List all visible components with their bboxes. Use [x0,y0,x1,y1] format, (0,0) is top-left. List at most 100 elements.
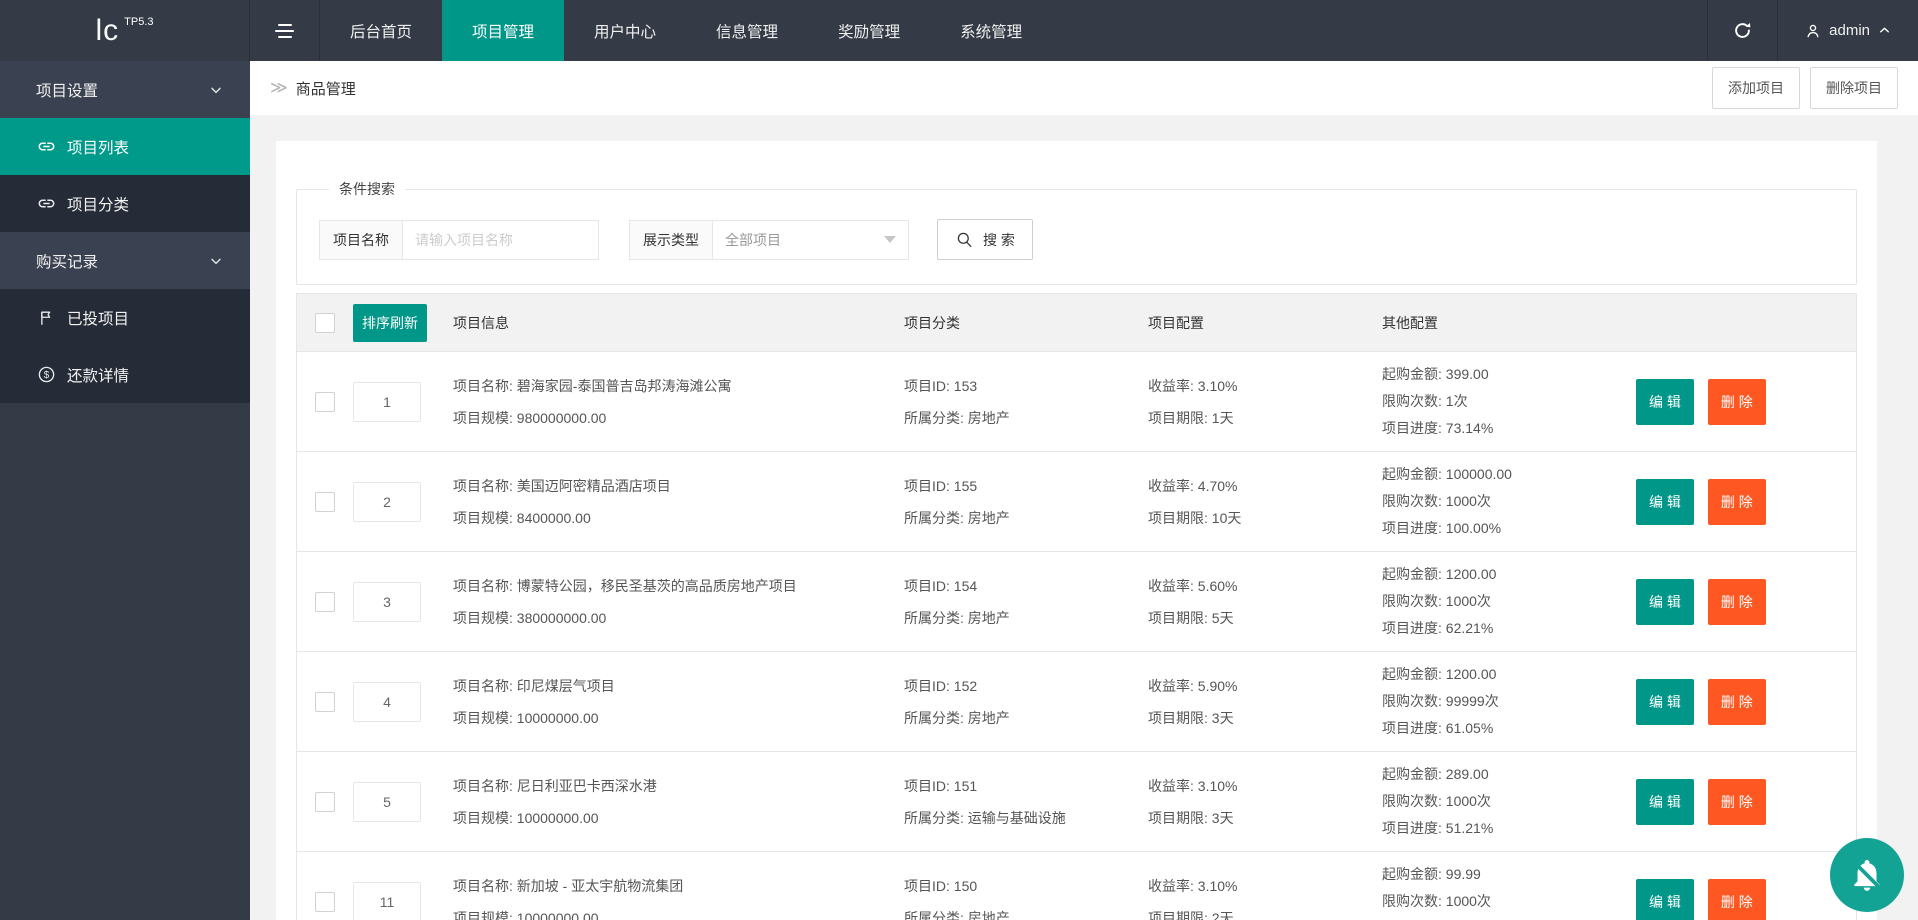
edit-button[interactable]: 编 辑 [1636,479,1694,525]
nav-item-system[interactable]: 系统管理 [930,0,1052,61]
project-progress: 项目进度: 51.21% [1382,815,1624,842]
other-config-cell: 起购金额: 289.00 限购次数: 1000次 项目进度: 51.21% [1378,761,1624,842]
link-icon [36,137,56,157]
project-row: 项目名称: 碧海家园-泰国普吉岛邦涛海滩公寓 项目规模: 980000000.0… [297,351,1856,451]
project-scale: 项目规模: 10000000.00 [453,702,900,734]
sidebar-collapse-button[interactable] [250,0,320,61]
add-project-button[interactable]: 添加项目 [1712,67,1800,109]
project-name-label: 项目名称 [319,220,403,260]
other-config-cell: 起购金额: 1200.00 限购次数: 99999次 项目进度: 61.05% [1378,661,1624,742]
row-checkbox[interactable] [315,692,335,712]
project-min-amount: 起购金额: 399.00 [1382,361,1624,388]
sidebar-item-invested-projects[interactable]: 已投项目 [0,289,250,346]
project-row: 项目名称: 尼日利亚巴卡西深水港 项目规模: 10000000.00 项目ID:… [297,751,1856,851]
topbar: lc TP5.3 后台首页 项目管理 用户中心 信息管理 奖励管理 系统管理 a… [0,0,1918,61]
delete-button[interactable]: 删 除 [1708,679,1766,725]
sidebar-group-purchase-records[interactable]: 购买记录 [0,232,250,289]
project-config-cell: 收益率: 3.10% 项目期限: 1天 [1144,370,1378,434]
username: admin [1829,22,1870,39]
nav-item-users[interactable]: 用户中心 [564,0,686,61]
nav-item-info[interactable]: 信息管理 [686,0,808,61]
notification-float-button[interactable] [1830,838,1904,912]
project-info-cell: 项目名称: 印尼煤层气项目 项目规模: 10000000.00 [449,670,900,734]
sort-order-input[interactable] [353,582,421,622]
display-type-select[interactable]: 全部项目 [713,220,909,260]
project-config-cell: 收益率: 4.70% 项目期限: 10天 [1144,470,1378,534]
project-category: 所属分类: 房地产 [904,902,1144,920]
project-config-cell: 收益率: 5.60% 项目期限: 5天 [1144,570,1378,634]
delete-button[interactable]: 删 除 [1708,379,1766,425]
sort-order-input[interactable] [353,682,421,722]
nav-item-projects[interactable]: 项目管理 [442,0,564,61]
project-id: 项目ID: 153 [904,370,1144,402]
project-config-cell: 收益率: 3.10% 项目期限: 3天 [1144,770,1378,834]
hamburger-icon [278,24,292,26]
project-min-amount: 起购金额: 99.99 [1382,861,1624,888]
select-all-checkbox[interactable] [315,313,335,333]
row-checkbox[interactable] [315,392,335,412]
row-checkbox[interactable] [315,792,335,812]
project-purchase-limit: 限购次数: 1000次 [1382,888,1624,915]
project-name: 项目名称: 碧海家园-泰国普吉岛邦涛海滩公寓 [453,370,900,402]
main-content: ≫ 商品管理 添加项目 删除项目 条件搜索 项目名称 展示类型 全部项目 [250,0,1918,920]
nav-item-home[interactable]: 后台首页 [320,0,442,61]
refresh-icon [1732,20,1753,41]
project-config-cell: 收益率: 3.10% 项目期限: 2天 [1144,870,1378,920]
edit-button[interactable]: 编 辑 [1636,579,1694,625]
sidebar-group-project-settings[interactable]: 项目设置 [0,61,250,118]
project-name: 项目名称: 新加坡 - 亚太宇航物流集团 [453,870,900,902]
edit-button[interactable]: 编 辑 [1636,379,1694,425]
project-name-input[interactable] [403,220,599,260]
project-category: 所属分类: 房地产 [904,702,1144,734]
refresh-button[interactable] [1707,0,1777,61]
project-category-cell: 项目ID: 154 所属分类: 房地产 [900,570,1144,634]
project-rate: 收益率: 3.10% [1148,370,1378,402]
project-scale: 项目规模: 10000000.00 [453,802,900,834]
delete-project-button[interactable]: 删除项目 [1810,67,1898,109]
sidebar-item-repayment-details[interactable]: $ 还款详情 [0,346,250,403]
project-progress: 项目进度: 61.05% [1382,715,1624,742]
project-name: 项目名称: 印尼煤层气项目 [453,670,900,702]
app-logo[interactable]: lc TP5.3 [0,0,250,61]
project-purchase-limit: 限购次数: 1000次 [1382,488,1624,515]
other-config-cell: 起购金额: 100000.00 限购次数: 1000次 项目进度: 100.00… [1378,461,1624,542]
row-checkbox[interactable] [315,592,335,612]
delete-button[interactable]: 删 除 [1708,479,1766,525]
row-checkbox[interactable] [315,892,335,912]
sort-refresh-button[interactable]: 排序刷新 [353,304,427,342]
row-actions: 编 辑 删 除 [1624,579,1856,625]
col-header-other-config: 其他配置 [1378,313,1624,333]
sidebar-item-project-list[interactable]: 项目列表 [0,118,250,175]
search-icon [955,230,974,249]
sort-order-input[interactable] [353,382,421,422]
project-row: 项目名称: 印尼煤层气项目 项目规模: 10000000.00 项目ID: 15… [297,651,1856,751]
sidebar-item-project-category[interactable]: 项目分类 [0,175,250,232]
chevron-down-icon [208,253,224,269]
row-actions: 编 辑 删 除 [1624,879,1856,920]
delete-button[interactable]: 删 除 [1708,579,1766,625]
project-category: 所属分类: 房地产 [904,602,1144,634]
edit-button[interactable]: 编 辑 [1636,679,1694,725]
delete-button[interactable]: 删 除 [1708,779,1766,825]
search-button[interactable]: 搜 索 [937,219,1033,260]
project-name: 项目名称: 美国迈阿密精品酒店项目 [453,470,900,502]
project-id: 项目ID: 155 [904,470,1144,502]
nav-item-rewards[interactable]: 奖励管理 [808,0,930,61]
display-type-group: 展示类型 全部项目 [629,220,909,260]
project-term: 项目期限: 2天 [1148,902,1378,920]
row-actions: 编 辑 删 除 [1624,779,1856,825]
edit-button[interactable]: 编 辑 [1636,879,1694,920]
sort-order-input[interactable] [353,782,421,822]
search-panel-legend: 条件搜索 [329,179,405,199]
svg-text:$: $ [43,370,49,381]
sort-order-input[interactable] [353,882,421,920]
project-rate: 收益率: 5.60% [1148,570,1378,602]
sort-order-input[interactable] [353,482,421,522]
project-info-cell: 项目名称: 新加坡 - 亚太宇航物流集团 项目规模: 10000000.00 [449,870,900,920]
project-progress: 项目进度: 100.00% [1382,515,1624,542]
user-menu[interactable]: admin [1777,0,1918,61]
delete-button[interactable]: 删 除 [1708,879,1766,920]
edit-button[interactable]: 编 辑 [1636,779,1694,825]
project-progress: 项目进度: 62.21% [1382,615,1624,642]
row-checkbox[interactable] [315,492,335,512]
